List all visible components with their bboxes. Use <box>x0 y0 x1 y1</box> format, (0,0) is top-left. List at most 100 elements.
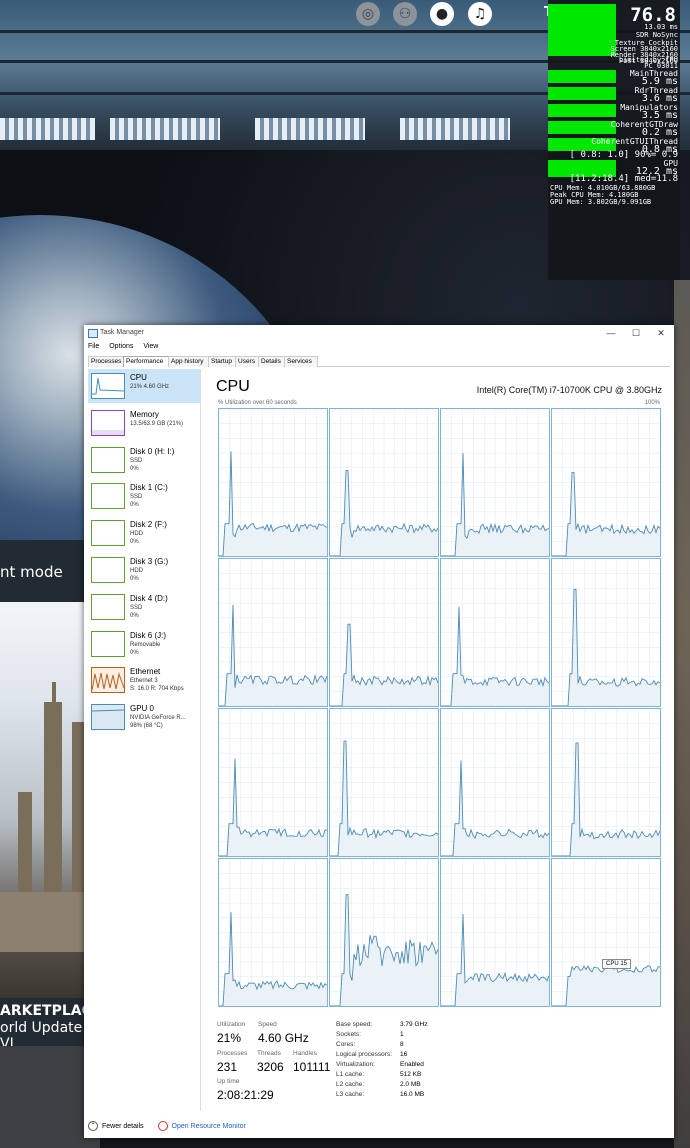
footer: ⌃ Fewer details Open Resource Monitor <box>88 1121 246 1131</box>
tab-processes[interactable]: Processes <box>88 356 124 367</box>
notification-icon[interactable]: ♫ <box>468 2 492 26</box>
friends-icon[interactable]: ⚇ <box>393 2 417 26</box>
sidebar-sub2: 0% <box>130 539 139 546</box>
sidebar-sub: 21% 4.60 GHz <box>130 384 170 390</box>
sidebar-label: Disk 1 (C:) <box>130 483 168 493</box>
task-manager-icon <box>88 329 98 338</box>
processes-label: Processes <box>217 1050 248 1057</box>
swirl-icon[interactable]: ◎ <box>356 2 380 26</box>
sidebar-sub: Ethernet 3 <box>130 678 158 685</box>
profile-icon[interactable]: ● <box>430 2 454 26</box>
gpu-mem: GPU Mem: 3.802GB/9.091GB <box>550 198 652 206</box>
cpu-range: [ 0.8: 1.0] 90%= 0.9 <box>569 150 678 160</box>
cpu-info-label: Base speed: <box>336 1021 373 1028</box>
sidebar-item-ethernet[interactable]: Ethernet Ethernet 3 S: 16.0 R: 704 Kbps <box>88 663 200 697</box>
sidebar-item-gpu-0[interactable]: GPU 0 NVIDIA GeForce R... 98% (68 °C) <box>88 700 200 734</box>
sidebar-thumbnail <box>91 704 125 731</box>
sidebar-sub: HDD <box>130 568 143 574</box>
gpu-range: [11.2:18.4] med=11.8 <box>569 174 678 184</box>
speed-label: Speed <box>258 1021 277 1028</box>
sidebar-item-disk-3-g[interactable]: Disk 3 (G:) HDD 0% <box>88 553 200 587</box>
sidebar-item-cpu[interactable]: CPU 21% 4.60 GHz <box>88 369 200 403</box>
cpu-info-value: 512 KB <box>400 1071 422 1078</box>
sidebar-thumbnail <box>91 409 125 436</box>
sidebar-sub: 13.5/63.9 GB (21%) <box>130 420 184 427</box>
threads-value: 3206 <box>257 1060 284 1074</box>
sidebar-sub2: 98% (68 °C) <box>130 723 163 730</box>
sidebar-thumbnail <box>91 483 125 510</box>
cpu-info-value: 8 <box>400 1041 404 1048</box>
cpu-core-graph <box>551 558 661 707</box>
thread-bar <box>548 121 616 134</box>
sidebar-item-memory[interactable]: Memory 13.5/63.9 GB (21%) <box>88 406 200 440</box>
utilization-label: Utilization <box>217 1021 246 1028</box>
title-bar[interactable]: Task Manager — ☐ ✕ <box>84 325 674 341</box>
cpu-info-label: Logical processors: <box>336 1051 392 1058</box>
cpu-graph-grid: CPU 15 <box>218 408 661 1007</box>
sidebar-item-disk-6-j[interactable]: Disk 6 (J:) Removable 0% <box>88 627 200 661</box>
hangar-window <box>0 118 95 140</box>
task-manager-window[interactable]: Task Manager — ☐ ✕ File Options View Pro… <box>84 325 674 1138</box>
minimize-button[interactable]: — <box>602 327 620 339</box>
sidebar-sub2: S: 16.0 R: 704 Kbps <box>130 686 184 693</box>
cpu-info-value: 1 <box>400 1031 404 1038</box>
tab-performance[interactable]: Performance <box>123 356 169 367</box>
resource-monitor-icon[interactable] <box>157 1121 168 1131</box>
sync-mode: SDR NoSync <box>635 31 678 39</box>
sidebar-label: CPU <box>130 373 147 382</box>
open-resource-monitor-link[interactable]: Open Resource Monitor <box>172 1123 246 1130</box>
cpu-info-label: Cores: <box>336 1041 356 1048</box>
sidebar-thumbnail <box>91 667 125 694</box>
tab-startup[interactable]: Startup <box>208 356 237 367</box>
sidebar-label: Disk 4 (D:) <box>130 593 168 603</box>
sidebar-item-disk-2-f[interactable]: Disk 2 (F:) HDD 0% <box>88 516 200 550</box>
maximize-button[interactable]: ☐ <box>627 327 645 339</box>
sidebar-label: Disk 0 (H: I:) <box>130 446 175 456</box>
cpu-info-value: 3.79 GHz <box>400 1021 428 1028</box>
cpu-usage-area <box>552 965 660 1006</box>
cpu-core-graph <box>440 708 550 857</box>
close-button[interactable]: ✕ <box>652 327 670 339</box>
chevron-up-icon[interactable]: ⌃ <box>88 1121 98 1131</box>
cpu-info-value: 2.0 MB <box>400 1081 421 1088</box>
sidebar-sub2: 0% <box>130 612 139 619</box>
thread-bar <box>548 70 616 83</box>
tab-bar: Processes Performance App history Startu… <box>88 356 670 367</box>
menu-options[interactable]: Options <box>109 343 133 350</box>
sidebar-sub: SSD <box>130 604 143 611</box>
fewer-details-link[interactable]: Fewer details <box>102 1123 144 1130</box>
sidebar-thumbnail <box>91 373 125 399</box>
fps-overlay: 76.8 13.03 ms SDR NoSync Texture Cockpit… <box>548 0 680 280</box>
sidebar-item-disk-4-d[interactable]: Disk 4 (D:) SSD 0% <box>88 590 200 624</box>
sidebar-thumbnail <box>91 593 125 620</box>
utilization-max: 100% <box>644 400 660 406</box>
sidebar-label: Disk 2 (F:) <box>130 520 167 530</box>
tab-details[interactable]: Details <box>258 356 286 367</box>
menu-file[interactable]: File <box>88 343 99 350</box>
cpu-core-graph <box>218 708 328 857</box>
menu-view[interactable]: View <box>143 343 158 350</box>
cpu-info-label: Virtualization: <box>336 1061 375 1068</box>
uptime-value: 2:08:21:29 <box>217 1088 274 1102</box>
sidebar-label: GPU 0 <box>130 704 155 714</box>
sidebar-sub: HDD <box>130 531 143 538</box>
cpu-core-graph <box>329 708 439 857</box>
tab-services[interactable]: Services <box>284 356 318 367</box>
sidebar-item-disk-1-c[interactable]: Disk 1 (C:) SSD 0% <box>88 479 200 513</box>
utilization-caption: % Utilization over 60 seconds <box>218 400 297 406</box>
background-strip <box>674 280 690 1148</box>
mode-label: nt mode <box>0 563 63 581</box>
cpu-core-graph <box>218 408 328 557</box>
uptime-label: Up time <box>217 1078 240 1085</box>
sidebar-item-disk-0-h-i[interactable]: Disk 0 (H: I:) SSD 0% <box>88 443 200 477</box>
cpu-core-graph <box>218 558 328 707</box>
speed-value: 4.60 GHz <box>258 1031 309 1045</box>
thread-bar <box>548 87 616 100</box>
tab-app-history[interactable]: App history <box>168 356 210 367</box>
hangar-window <box>255 118 365 140</box>
sidebar-thumbnail <box>91 520 125 547</box>
sidebar-sub2: 0% <box>130 465 139 472</box>
tab-users[interactable]: Users <box>235 356 259 367</box>
cpu-info-value: 16 <box>400 1051 408 1058</box>
utilization-value: 21% <box>217 1031 242 1045</box>
